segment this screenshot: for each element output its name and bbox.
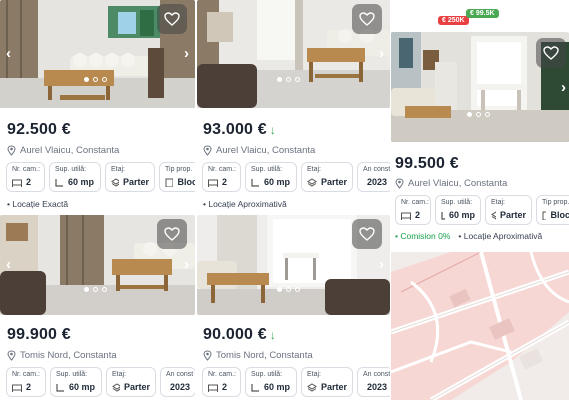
spec-year: An const 2023 [357,162,390,192]
next-photo-button[interactable]: › [561,80,566,95]
listing-price: 92.500 € [7,121,71,138]
spec-rooms: Nr. cam.: 2 [395,195,431,225]
listing-tags: • Comision 0% • Locație Aproximativă [395,231,543,241]
listing-specs: Nr. cam.: 2 Sup. utilă: 60 mp Etaj: Parter … [6,367,195,397]
prev-photo-button[interactable]: ‹ [6,46,11,61]
listing-card-3[interactable]: › 99.500 € Aurel Vlaicu, Constanta Nr. c… [391,0,569,252]
layers-icon [307,382,317,392]
map-streets [391,252,569,400]
spec-area: Sup. utilă: 60 mp [245,367,297,397]
heart-icon [543,46,559,60]
listing-specs: Nr. cam.: 2 Sup. utilă: 60 mp Etaj: Parter … [202,162,390,192]
listing-location: Aurel Vlaicu, Constanta [7,145,119,156]
spec-rooms: Nr. cam.: 2 [6,162,45,192]
listing-price: 99.900 € [7,326,71,343]
spec-area: Sup. utilă: 60 mp [245,162,297,192]
listing-location: Tomis Nord, Constanta [7,350,117,361]
listing-price: 93.000 € ↓ [203,121,277,138]
photo-pagination [467,112,490,117]
spec-rooms: Nr. cam.: 2 [202,367,241,397]
listing-photo[interactable]: › [197,215,390,315]
favorite-button[interactable] [157,4,187,34]
spec-type: Tip prop.Bloc [159,162,195,192]
area-ruler-icon [251,178,259,187]
favorite-button[interactable] [536,38,566,68]
listing-photo[interactable]: ‹ › [0,0,195,108]
spec-floor: Etaj: Parter [106,367,156,397]
heart-icon [164,12,180,26]
price-drop-icon: ↓ [269,123,277,137]
heart-icon [359,12,375,26]
location-pin-icon [7,145,16,156]
spec-floor: Etaj: Parter [485,195,532,225]
layers-icon [491,210,496,220]
listing-card-4[interactable]: ‹ › 99.900 € Tomis Nord, Constanta Nr. c… [0,215,195,400]
layers-icon [307,177,317,187]
favorite-button[interactable] [352,4,382,34]
spec-rooms: Nr. cam.: 2 [202,162,241,192]
listing-specs: Nr. cam.: 2 Sup. utilă: 60 mp Etaj: Parter … [395,195,569,225]
listing-card-5[interactable]: › 90.000 € ↓ Tomis Nord, Constanta Nr. ca… [197,215,390,400]
area-ruler-icon [441,211,445,220]
location-pin-icon [203,350,212,361]
listing-card-2[interactable]: › 93.000 € ↓ Aurel Vlaicu, Constanta Nr. … [197,0,390,215]
prev-photo-button[interactable]: ‹ [6,257,11,272]
map-price-pin[interactable]: € 99.5K [466,9,499,18]
bed-icon [12,384,22,392]
listing-photo[interactable]: › [391,32,569,142]
map-price-pin[interactable]: € 250K [438,16,469,25]
bed-icon [208,179,218,187]
listing-specs: Nr. cam.: 2 Sup. utilă: 60 mp Etaj: Parter … [202,367,390,397]
listings-map[interactable] [391,252,569,400]
spec-area: Sup. utilă: 60 mp [435,195,481,225]
location-pin-icon [7,350,16,361]
favorite-button[interactable] [157,219,187,249]
photo-pagination [84,77,107,82]
next-photo-button[interactable]: › [379,257,384,272]
building-icon [542,211,547,220]
heart-icon [359,227,375,241]
photo-pagination [277,77,300,82]
bed-icon [12,179,22,187]
heart-icon [164,227,180,241]
next-photo-button[interactable]: › [184,257,189,272]
spec-floor: Etaj: Parter [301,162,353,192]
layers-icon [112,382,120,392]
spec-year: An const 2023 [357,367,390,397]
location-pin-icon [203,145,212,156]
spec-floor: Etaj: Parter [105,162,155,192]
building-icon [165,178,174,187]
listing-photo[interactable]: ‹ › [0,215,195,315]
listing-location: Aurel Vlaicu, Constanta [203,145,315,156]
spec-floor: Etaj: Parter [301,367,353,397]
listing-specs: Nr. cam.: 2 Sup. utilă: 60 mp Etaj: Parter … [6,162,195,192]
listing-photo[interactable]: › [197,0,390,108]
listing-tags: • Locație Exactă [7,199,69,209]
area-ruler-icon [56,383,64,392]
layers-icon [111,177,119,187]
listing-location: Aurel Vlaicu, Constanta [395,178,507,189]
next-photo-button[interactable]: › [379,46,384,61]
spec-area: Sup. utilă: 60 mp [49,162,101,192]
listing-price: 99.500 € [395,155,459,172]
bed-icon [401,212,411,220]
next-photo-button[interactable]: › [184,46,189,61]
favorite-button[interactable] [352,219,382,249]
listing-tags: • Locație Aproximativă [203,199,287,209]
spec-area: Sup. utilă: 60 mp [50,367,102,397]
location-pin-icon [395,178,404,189]
spec-type: Tip prop.Bloc [536,195,569,225]
area-ruler-icon [251,383,259,392]
bed-icon [208,384,218,392]
listing-price: 90.000 € ↓ [203,326,277,343]
spec-year: An const 2023 [160,367,195,397]
listing-card-1[interactable]: ‹ › 92.500 € Aurel Vlaicu, Constanta Nr.… [0,0,195,215]
area-ruler-icon [55,178,63,187]
price-drop-icon: ↓ [269,328,277,342]
listing-location: Tomis Nord, Constanta [203,350,313,361]
photo-pagination [277,287,300,292]
spec-rooms: Nr. cam.: 2 [6,367,46,397]
photo-pagination [84,287,107,292]
